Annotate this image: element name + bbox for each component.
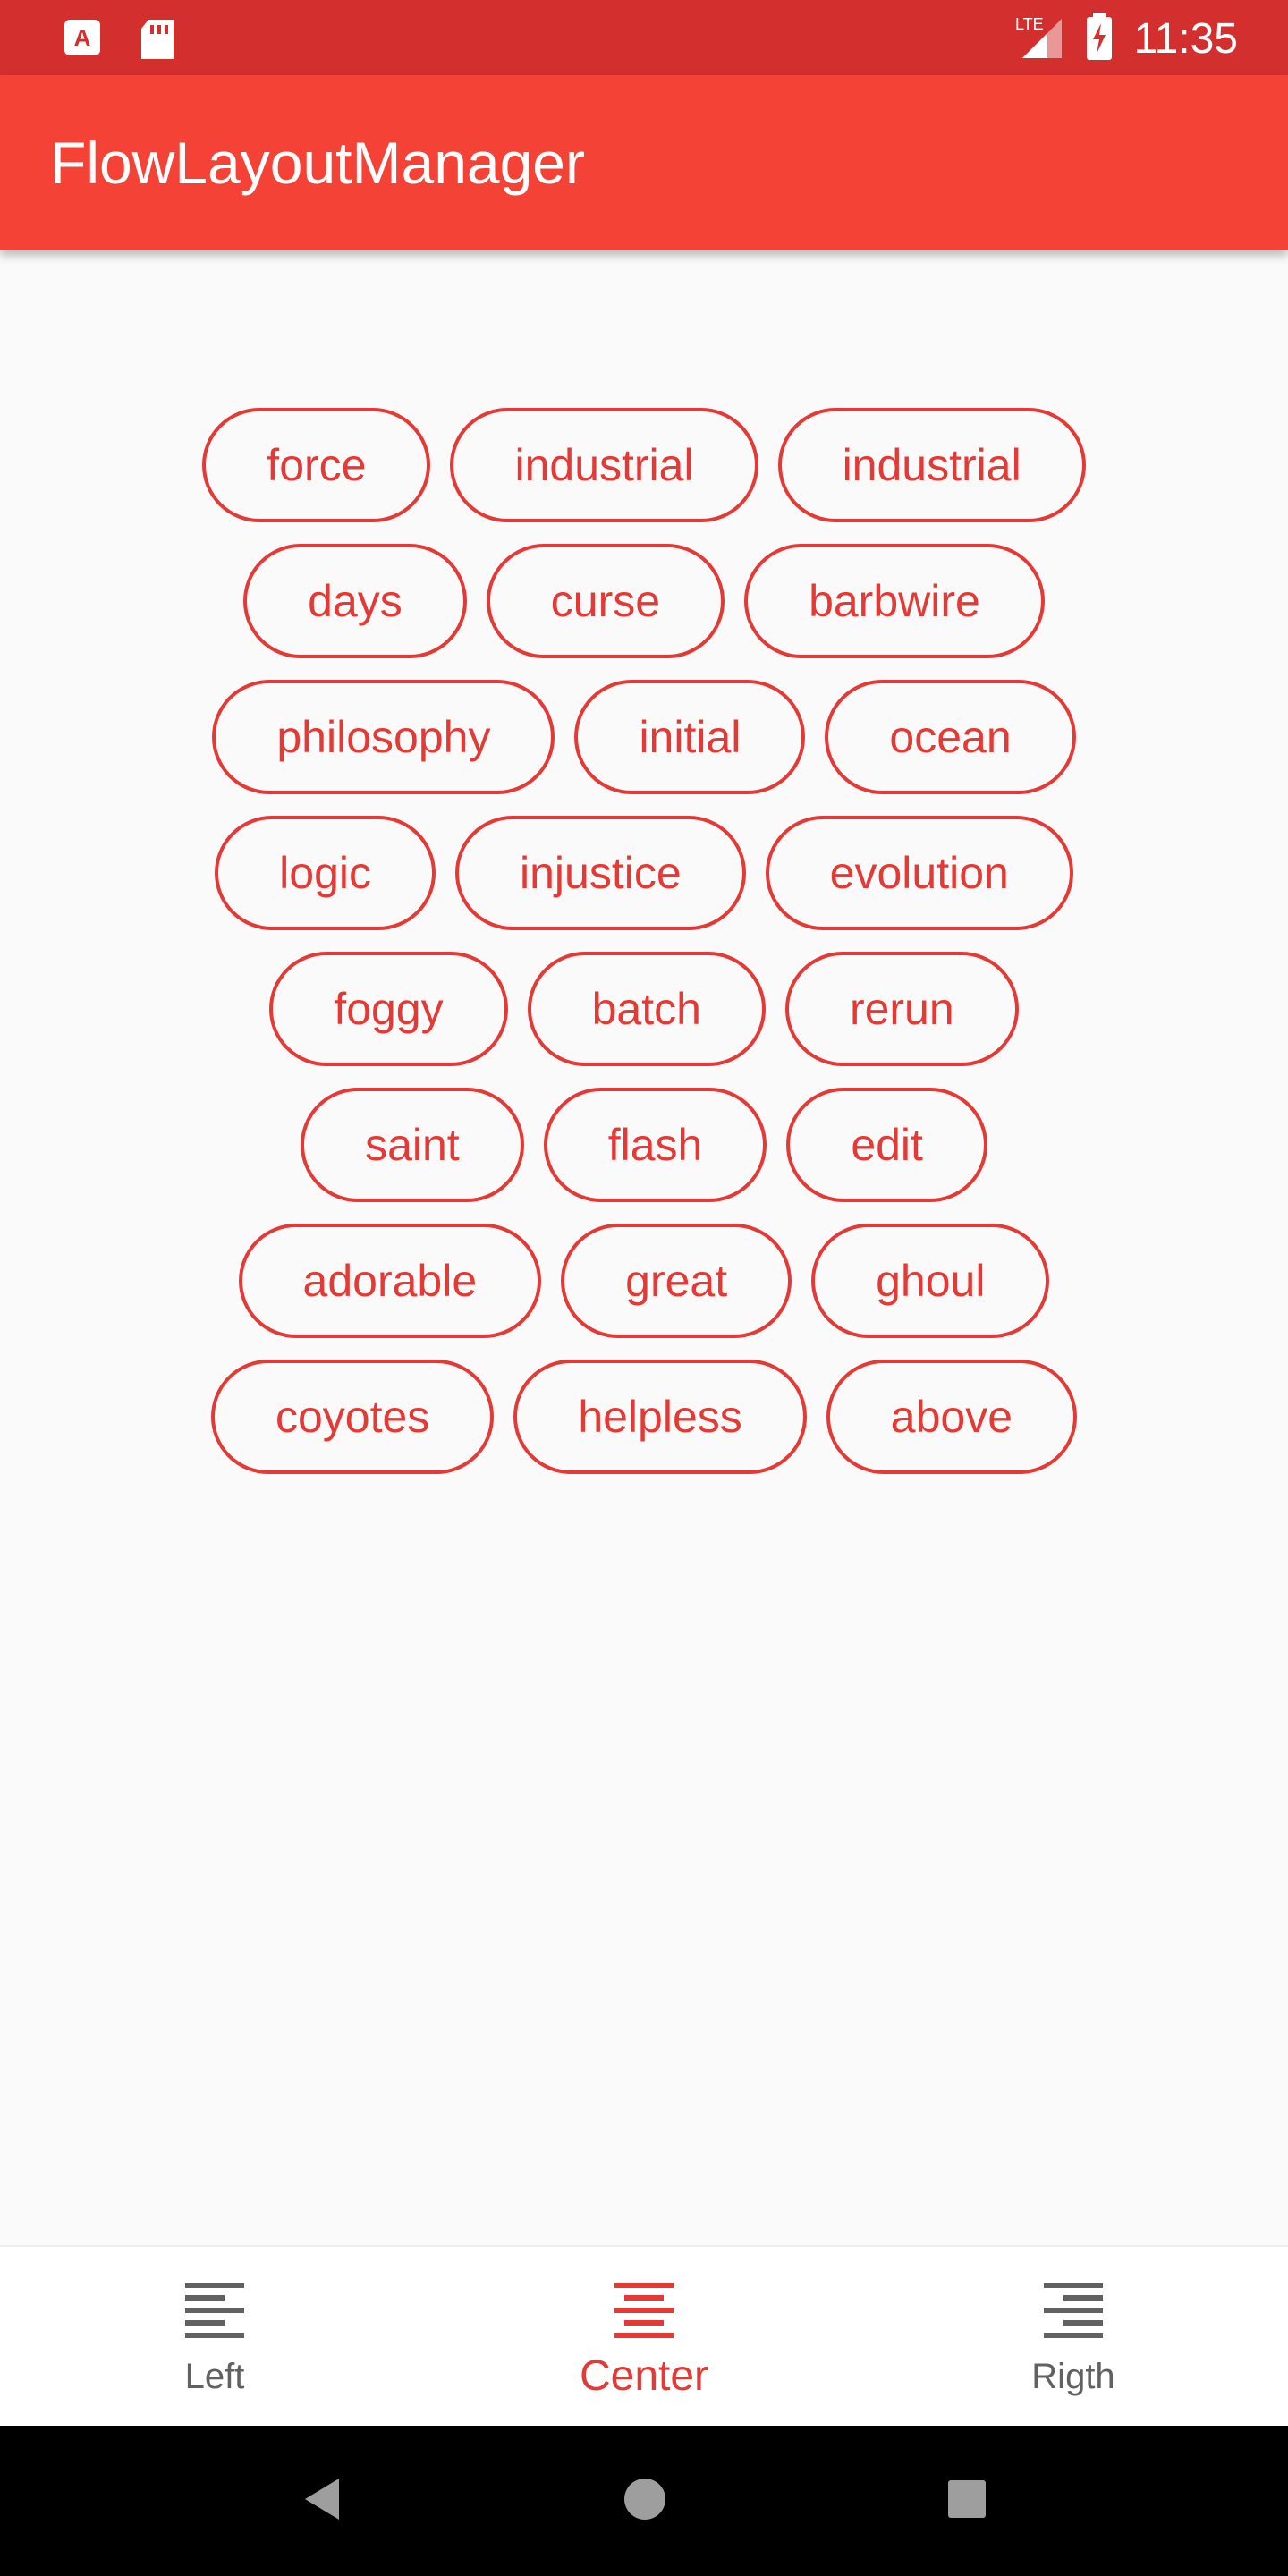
chip-above[interactable]: above bbox=[826, 1360, 1077, 1474]
chip-saint[interactable]: saint bbox=[301, 1088, 524, 1202]
align-right-icon bbox=[1044, 2283, 1103, 2344]
chip-force[interactable]: force bbox=[202, 408, 431, 522]
chip-days[interactable]: days bbox=[243, 544, 467, 658]
chip-evolution[interactable]: evolution bbox=[765, 816, 1073, 930]
chip-logic[interactable]: logic bbox=[215, 816, 436, 930]
chip-ghoul[interactable]: ghoul bbox=[811, 1224, 1050, 1338]
chip-coyotes[interactable]: coyotes bbox=[210, 1360, 495, 1474]
status-indicators: LTE 11:35 bbox=[1015, 13, 1238, 65]
align-center-icon bbox=[614, 2283, 674, 2344]
status-notifications: A bbox=[63, 18, 177, 65]
back-icon[interactable] bbox=[301, 2477, 343, 2526]
nav-item-right[interactable]: Rigth bbox=[859, 2247, 1288, 2428]
bottom-navigation: Left Center Rigth bbox=[0, 2245, 1288, 2428]
sd-card-icon bbox=[138, 18, 177, 65]
text-a-icon: A bbox=[63, 18, 102, 65]
battery-charging-icon bbox=[1085, 13, 1114, 65]
chip-adorable[interactable]: adorable bbox=[238, 1224, 542, 1338]
system-navigation-bar bbox=[0, 2426, 1288, 2576]
home-icon[interactable] bbox=[623, 2478, 666, 2525]
chip-industrial[interactable]: industrial bbox=[777, 408, 1086, 522]
app-title: FlowLayoutManager bbox=[50, 130, 585, 196]
chip-edit[interactable]: edit bbox=[786, 1088, 987, 1202]
chip-rerun[interactable]: rerun bbox=[784, 952, 1019, 1066]
chip-philosophy[interactable]: philosophy bbox=[212, 680, 555, 794]
chip-initial[interactable]: initial bbox=[574, 680, 806, 794]
nav-label-left: Left bbox=[184, 2357, 245, 2396]
chip-barbwire[interactable]: barbwire bbox=[744, 544, 1045, 658]
lte-label: LTE bbox=[1015, 15, 1044, 33]
recents-icon[interactable] bbox=[947, 2479, 987, 2523]
nav-item-center[interactable]: Center bbox=[429, 2247, 859, 2428]
status-time: 11:35 bbox=[1133, 15, 1238, 63]
app-bar: FlowLayoutManager bbox=[0, 75, 1288, 250]
nav-label-right: Rigth bbox=[1031, 2357, 1115, 2396]
chip-flow-layout: force industrial industrial days curse barbwi… bbox=[170, 408, 1118, 1474]
align-left-icon bbox=[185, 2283, 244, 2344]
chip-curse[interactable]: curse bbox=[486, 544, 725, 658]
nav-label-center: Center bbox=[579, 2352, 709, 2400]
chip-flash[interactable]: flash bbox=[543, 1088, 767, 1202]
chip-great[interactable]: great bbox=[561, 1224, 792, 1338]
status-bar: A LTE 11:35 bbox=[0, 0, 1288, 75]
chip-industrial[interactable]: industrial bbox=[450, 408, 758, 522]
chip-helpless[interactable]: helpless bbox=[513, 1360, 807, 1474]
nav-item-left[interactable]: Left bbox=[0, 2247, 429, 2428]
chip-batch[interactable]: batch bbox=[527, 952, 766, 1066]
chip-ocean[interactable]: ocean bbox=[825, 680, 1076, 794]
chip-foggy[interactable]: foggy bbox=[269, 952, 508, 1066]
signal-icon: LTE bbox=[1015, 13, 1065, 64]
svg-text:A: A bbox=[74, 24, 91, 51]
chip-injustice[interactable]: injustice bbox=[455, 816, 746, 930]
